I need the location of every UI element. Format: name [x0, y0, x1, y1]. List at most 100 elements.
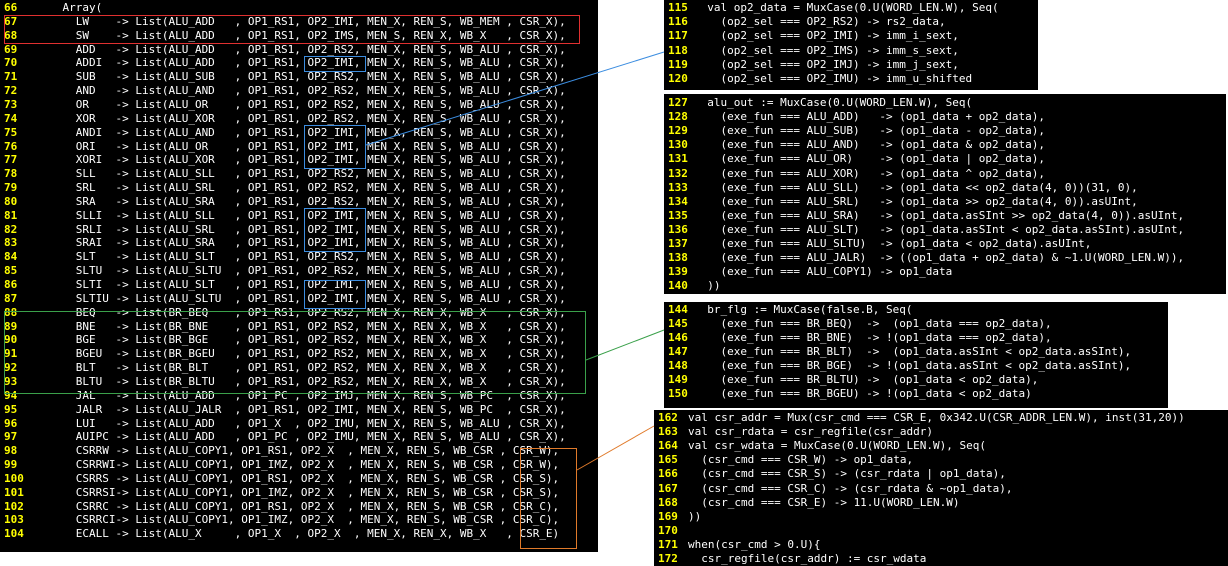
code-line: ANDI -> List(ALU_AND , OP1_RS1, OP2_IMI,… [36, 125, 566, 139]
line-number: 168 [658, 495, 678, 509]
line-number: 116 [668, 15, 688, 29]
line-number: 83 [4, 236, 18, 250]
line-number: 145 [668, 317, 688, 330]
code-line: (exe_fun === ALU_SLL) -> (op1_data << op… [694, 180, 1138, 194]
code-line: alu_out := MuxCase(0.U(WORD_LEN.W), Seq( [694, 96, 973, 109]
line-number: 140 [668, 279, 688, 293]
code-line: (exe_fun === BR_BEQ) -> (op1_data === op… [694, 317, 1052, 330]
code-line: val op2_data = MuxCase(0.U(WORD_LEN.W), … [694, 1, 999, 14]
code-line: SRAI -> List(ALU_SRA , OP1_RS1, OP2_IMI,… [36, 236, 566, 250]
code-line: SUB -> List(ALU_SUB , OP1_RS1, OP2_RS2, … [36, 70, 566, 84]
code-line: OR -> List(ALU_OR , OP1_RS1, OP2_RS2, ME… [36, 97, 566, 111]
line-number: 139 [668, 265, 688, 279]
code-line: LUI -> List(ALU_ADD , OP1_X , OP2_IMU, M… [36, 416, 566, 430]
line-number: 133 [668, 180, 688, 194]
line-number: 96 [4, 416, 18, 430]
line-number: 66 [4, 1, 18, 14]
code-line: JALR -> List(ALU_JALR , OP1_RS1, OP2_IMI… [36, 402, 566, 416]
code-line: (exe_fun === ALU_SRL) -> (op1_data >> op… [694, 194, 1138, 208]
line-number: 102 [4, 499, 24, 513]
line-number: 148 [668, 359, 688, 372]
code-line: (op2_sel === OP2_IMS) -> imm_s_sext, [694, 43, 959, 57]
line-number: 98 [4, 444, 18, 458]
code-line: XORI -> List(ALU_XOR , OP1_RS1, OP2_IMI,… [36, 153, 566, 167]
code-line: CSRRW -> List(ALU_COPY1, OP1_RS1, OP2_X … [36, 444, 560, 458]
code-line: ECALL -> List(ALU_X , OP1_X , OP2_X , ME… [36, 527, 560, 541]
line-number: 130 [668, 138, 688, 152]
code-line: SRA -> List(ALU_SRA , OP1_RS1, OP2_RS2, … [36, 194, 566, 208]
line-number: 95 [4, 402, 18, 416]
line-number: 104 [4, 527, 24, 541]
code-line: SLLI -> List(ALU_SLL , OP1_RS1, OP2_IMI,… [36, 208, 566, 222]
code-line: (exe_fun === ALU_SUB) -> (op1_data - op2… [694, 124, 1045, 138]
code-line: (csr_cmd === CSR_W) -> op1_data, [688, 453, 914, 467]
line-number: 115 [668, 1, 688, 14]
line-number: 84 [4, 250, 18, 264]
code-line: (exe_fun === BR_BLT) -> (op1_data.asSInt… [694, 345, 1132, 358]
code-line: (exe_fun === ALU_OR) -> (op1_data | op2_… [694, 152, 1045, 166]
code-line: val csr_wdata = MuxCase(0.U(WORD_LEN.W),… [688, 439, 987, 453]
line-number: 74 [4, 111, 18, 125]
imi-highlight-logic [304, 125, 366, 169]
line-number: 75 [4, 125, 18, 139]
line-number: 82 [4, 222, 18, 236]
line-number: 129 [668, 124, 688, 138]
line-number: 172 [658, 552, 678, 565]
code-line: SRLI -> List(ALU_SRL , OP1_RS1, OP2_IMI,… [36, 222, 566, 236]
code-line: SLT -> List(ALU_SLT , OP1_RS1, OP2_RS2, … [36, 250, 566, 264]
code-line: )) [688, 509, 702, 523]
line-number: 118 [668, 43, 688, 57]
code-line: AUIPC -> List(ALU_ADD , OP1_PC , OP2_IMU… [36, 430, 566, 444]
imi-highlight-addi [304, 56, 366, 72]
line-number: 119 [668, 57, 688, 71]
line-number: 76 [4, 139, 18, 153]
code-line: (exe_fun === BR_BGE) -> !(op1_data.asSIn… [694, 359, 1132, 372]
line-number: 171 [658, 537, 678, 551]
line-number: 150 [668, 387, 688, 400]
op2-mux-panel: 115 val op2_data = MuxCase(0.U(WORD_LEN.… [664, 0, 1038, 90]
line-number: 164 [658, 439, 678, 453]
code-line: (op2_sel === OP2_RS2) -> rs2_data, [694, 15, 946, 29]
line-number: 80 [4, 194, 18, 208]
code-line: br_flg := MuxCase(false.B, Seq( [694, 303, 913, 316]
code-line: AND -> List(ALU_AND , OP1_RS1, OP2_RS2, … [36, 84, 566, 98]
code-line: (csr_cmd === CSR_E) -> 11.U(WORD_LEN.W) [688, 495, 960, 509]
code-line: ADD -> List(ALU_ADD , OP1_RS1, OP2_RS2, … [36, 42, 566, 56]
code-line: val csr_rdata = csr_regfile(csr_addr) [688, 425, 934, 439]
line-number: 85 [4, 264, 18, 278]
csr-cmd-highlight [520, 448, 577, 549]
line-number: 79 [4, 181, 18, 195]
line-number: 134 [668, 194, 688, 208]
code-line: CSRRCI-> List(ALU_COPY1, OP1_IMZ, OP2_X … [36, 513, 560, 527]
code-line: ADDI -> List(ALU_ADD , OP1_RS1, OP2_IMI,… [36, 56, 566, 70]
line-number: 127 [668, 96, 688, 109]
line-number: 165 [658, 453, 678, 467]
line-number: 81 [4, 208, 18, 222]
decode-table-panel: 66 Array(67 LW -> List(ALU_ADD , OP1_RS1… [0, 0, 598, 552]
code-line: (op2_sel === OP2_IMU) -> imm_u_shifted [694, 72, 973, 85]
code-line: CSRRC -> List(ALU_COPY1, OP1_RS1, OP2_X … [36, 499, 560, 513]
line-number: 131 [668, 152, 688, 166]
code-line: (op2_sel === OP2_IMI) -> imm_i_sext, [694, 29, 959, 43]
code-line: when(csr_cmd > 0.U){ [688, 537, 821, 551]
code-line: CSRRSI-> List(ALU_COPY1, OP1_IMZ, OP2_X … [36, 485, 560, 499]
code-line: (csr_cmd === CSR_C) -> (csr_rdata & ~op1… [688, 481, 1013, 495]
line-number: 135 [668, 208, 688, 222]
code-line: SLTI -> List(ALU_SLT , OP1_RS1, OP2_IMI,… [36, 278, 566, 291]
line-number: 70 [4, 56, 18, 70]
line-number: 137 [668, 237, 688, 250]
line-number: 69 [4, 42, 18, 56]
code-line: (exe_fun === ALU_SRA) -> (op1_data.asSIn… [694, 208, 1185, 222]
code-line: (exe_fun === BR_BLTU) -> (op1_data < op2… [694, 373, 1039, 386]
line-number: 86 [4, 278, 18, 291]
code-line: SLTIU -> List(ALU_SLTU , OP1_RS1, OP2_IM… [36, 291, 566, 305]
line-number: 144 [668, 303, 688, 316]
line-number: 128 [668, 110, 688, 124]
line-number: 162 [658, 411, 678, 424]
line-number: 100 [4, 471, 24, 485]
code-line: (op2_sel === OP2_IMJ) -> imm_j_sext, [694, 57, 959, 71]
line-number: 132 [668, 166, 688, 180]
line-number: 149 [668, 373, 688, 386]
code-line: SLL -> List(ALU_SLL , OP1_RS1, OP2_RS2, … [36, 167, 566, 181]
code-line: (exe_fun === ALU_XOR) -> (op1_data ^ op2… [694, 166, 1045, 180]
